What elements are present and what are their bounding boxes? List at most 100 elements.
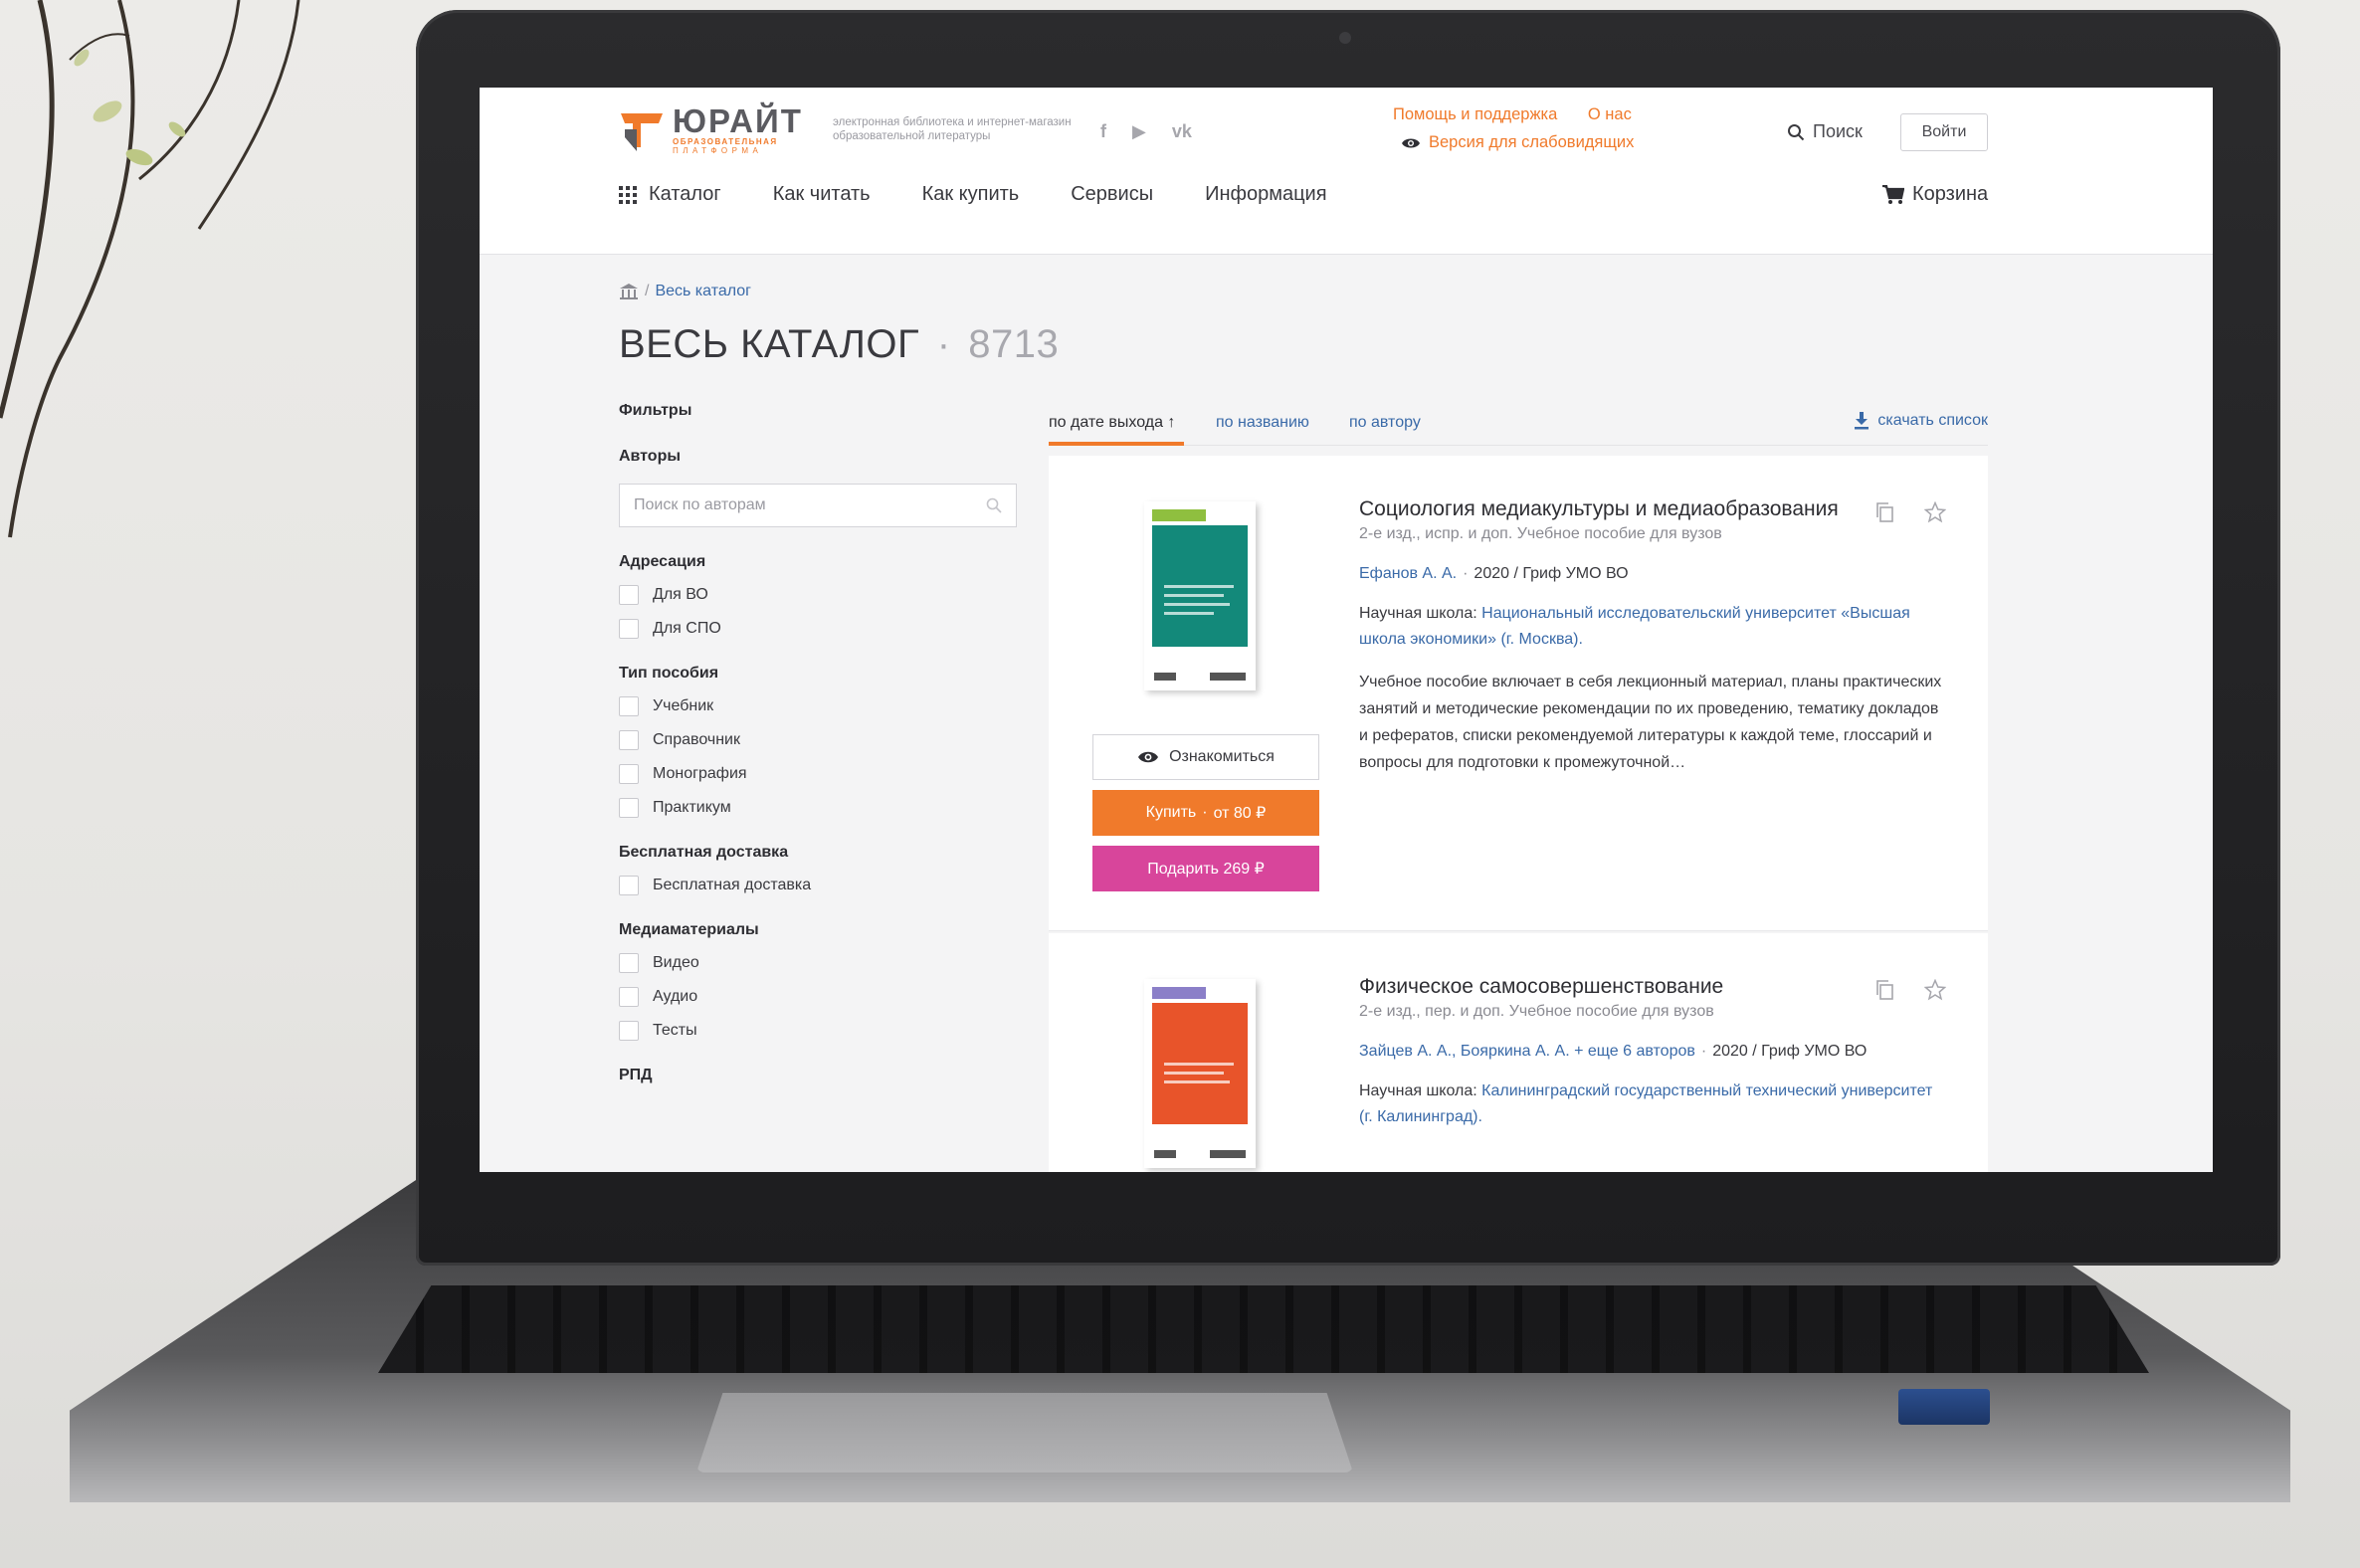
filter-option[interactable]: Видео — [619, 953, 1017, 973]
nav-catalog[interactable]: Каталог — [619, 183, 721, 206]
book-more-authors[interactable]: + еще 6 авторов — [1574, 1043, 1695, 1060]
checkbox[interactable] — [619, 798, 639, 818]
buy-dot: · — [1202, 804, 1208, 821]
cover-color-band — [1152, 1003, 1248, 1124]
filters-title: Фильтры — [619, 402, 692, 419]
checkbox[interactable] — [619, 730, 639, 750]
sort-by-author[interactable]: по автору — [1349, 414, 1421, 432]
filter-media-title: Медиаматериалы — [619, 921, 759, 938]
filter-type-title: Тип пособия — [619, 665, 719, 682]
site-logo[interactable]: ЮРАЙТ ОБРАЗОВАТЕЛЬНАЯ ПЛАТФОРМА — [619, 104, 803, 155]
checkbox[interactable] — [619, 696, 639, 716]
search-button[interactable]: Поиск — [1787, 121, 1863, 142]
youtube-icon[interactable]: ▶ — [1132, 121, 1146, 142]
nav-info[interactable]: Информация — [1205, 183, 1326, 206]
book-edition: 2-е изд., пер. и доп. Учебное пособие дл… — [1359, 1003, 1714, 1020]
search-icon — [986, 497, 1002, 513]
preview-label: Ознакомиться — [1169, 748, 1275, 765]
help-link[interactable]: Помощь и поддержка — [1393, 105, 1557, 123]
nav-how-to-buy[interactable]: Как купить — [922, 183, 1020, 206]
page-title-separator: · — [936, 322, 951, 366]
eye-icon — [1402, 138, 1420, 147]
filter-option[interactable]: Учебник — [619, 696, 1017, 716]
filter-option[interactable]: Для СПО — [619, 619, 1017, 639]
checkbox[interactable] — [619, 953, 639, 973]
checkbox[interactable] — [619, 1021, 639, 1041]
social-links: f ▶ vk — [1100, 121, 1192, 142]
filter-option[interactable]: Монография — [619, 764, 1017, 784]
filter-option-label: Справочник — [653, 731, 740, 748]
card-actions — [1874, 501, 1946, 523]
filter-group-rpd: РПД — [619, 1067, 1017, 1084]
book-meta: Ефанов А. А. · 2020 / Гриф УМО ВО — [1359, 565, 1629, 582]
checkbox[interactable] — [619, 987, 639, 1007]
filter-option[interactable]: Тесты — [619, 1021, 1017, 1041]
book-cover[interactable] — [1144, 501, 1256, 690]
download-icon — [1855, 412, 1869, 430]
filter-option-label: Практикум — [653, 799, 731, 816]
book-title[interactable]: Физическое самосовершенствование — [1359, 975, 1946, 999]
breadcrumb-current[interactable]: Весь каталог — [655, 283, 751, 300]
cart-link[interactable]: Корзина — [1882, 183, 1988, 206]
laptop-keyboard — [378, 1285, 2149, 1373]
eye-icon — [1138, 751, 1159, 763]
copy-icon[interactable] — [1874, 979, 1896, 1001]
preview-button[interactable]: Ознакомиться — [1092, 734, 1319, 780]
laptop-touchpad — [696, 1393, 1353, 1472]
gift-button[interactable]: Подарить 269 ₽ — [1092, 846, 1319, 891]
filter-option[interactable]: Практикум — [619, 798, 1017, 818]
filter-rpd-title: РПД — [619, 1067, 653, 1083]
filter-group-authors: Авторы Поиск по авторам — [619, 448, 1017, 527]
nav-services[interactable]: Сервисы — [1071, 183, 1153, 206]
author-search-input[interactable]: Поиск по авторам — [619, 484, 1017, 527]
low-vision-label: Версия для слабовидящих — [1429, 133, 1635, 151]
book-school: Научная школа: Калининградский государст… — [1359, 1078, 1946, 1130]
vk-icon[interactable]: vk — [1172, 121, 1192, 142]
star-icon[interactable] — [1924, 979, 1946, 1001]
book-grif: / Гриф УМО ВО — [1752, 1043, 1868, 1060]
main-nav: Каталог Как читать Как купить Сервисы Ин… — [619, 183, 1327, 206]
checkbox[interactable] — [619, 764, 639, 784]
book-authors[interactable]: Ефанов А. А. — [1359, 565, 1457, 582]
book-info: Социология медиакультуры и медиаобразова… — [1359, 497, 1946, 776]
author-search-placeholder: Поиск по авторам — [634, 496, 766, 513]
download-list-link[interactable]: скачать список — [1854, 412, 1988, 430]
filter-option[interactable]: Аудио — [619, 987, 1017, 1007]
about-link[interactable]: О нас — [1588, 105, 1632, 123]
book-info: Физическое самосовершенствование 2-е изд… — [1359, 975, 1946, 1130]
checkbox[interactable] — [619, 619, 639, 639]
book-grif: / Гриф УМО ВО — [1513, 565, 1629, 582]
checkbox[interactable] — [619, 585, 639, 605]
sort-by-name[interactable]: по названию — [1216, 414, 1309, 432]
book-title[interactable]: Социология медиакультуры и медиаобразова… — [1359, 497, 1946, 521]
nav-how-to-read[interactable]: Как читать — [773, 183, 871, 206]
filter-option[interactable]: Справочник — [619, 730, 1017, 750]
filter-option[interactable]: Бесплатная доставка — [619, 876, 1017, 895]
filter-group-address: Адресация Для ВО Для СПО — [619, 553, 1017, 639]
facebook-icon[interactable]: f — [1100, 121, 1106, 142]
filter-option-label: Для СПО — [653, 620, 721, 637]
copy-icon[interactable] — [1874, 501, 1896, 523]
sort-by-date[interactable]: по дате выхода ↑ — [1049, 414, 1175, 432]
checkbox[interactable] — [619, 876, 639, 895]
cover-color-band — [1152, 525, 1248, 647]
book-cover[interactable] — [1144, 979, 1256, 1168]
home-icon[interactable] — [619, 283, 639, 300]
page-title: ВЕСЬ КАТАЛОГ · 8713 — [619, 322, 1059, 367]
book-year: 2020 — [1712, 1043, 1748, 1060]
filter-option[interactable]: Для ВО — [619, 585, 1017, 605]
filter-group-type: Тип пособия Учебник Справочник Монографи… — [619, 665, 1017, 818]
filter-option-label: Монография — [653, 765, 747, 782]
book-authors[interactable]: Зайцев А. А., Бояркина А. А. — [1359, 1043, 1570, 1060]
book-school: Научная школа: Национальный исследовател… — [1359, 601, 1946, 653]
login-button[interactable]: Войти — [1900, 113, 1988, 151]
book-meta: Зайцев А. А., Бояркина А. А. + еще 6 авт… — [1359, 1043, 1868, 1060]
buy-button[interactable]: Купить · от 80 ₽ — [1092, 790, 1319, 836]
laptop-sticker — [1898, 1389, 1990, 1425]
buy-price: от 80 ₽ — [1213, 805, 1267, 822]
low-vision-link[interactable]: Версия для слабовидящих — [1401, 133, 1634, 152]
download-label: скачать список — [1877, 412, 1988, 429]
filters-sidebar: Фильтры Авторы Поиск по авторам Адресаци… — [619, 402, 1017, 1084]
cart-label: Корзина — [1912, 183, 1989, 205]
star-icon[interactable] — [1924, 501, 1946, 523]
